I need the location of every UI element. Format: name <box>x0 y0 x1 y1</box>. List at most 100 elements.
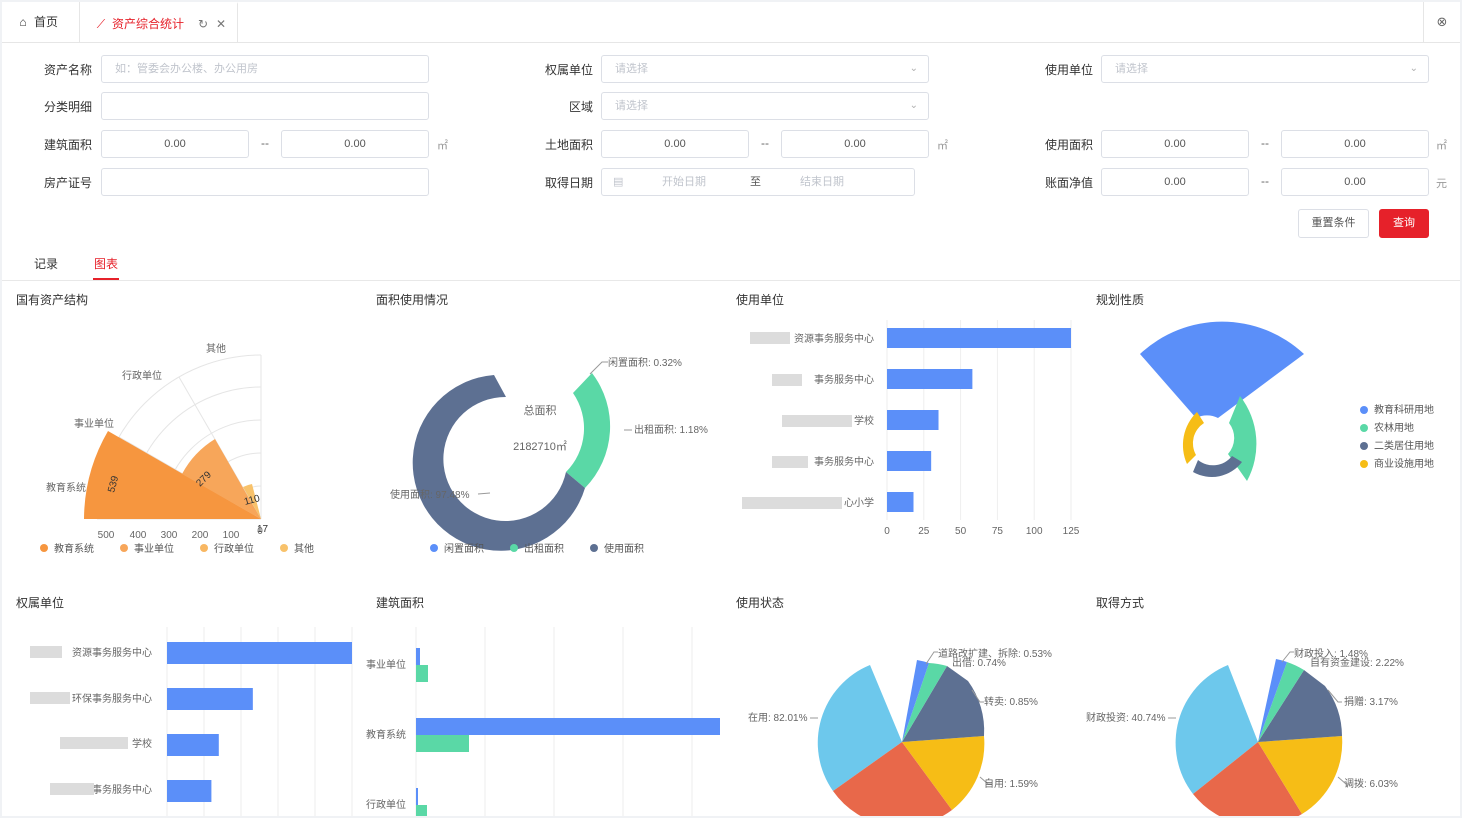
acquire-date-label: 取得日期 <box>544 176 593 190</box>
legend-item[interactable]: 使用面积 <box>604 542 644 555</box>
donut-slice-used[interactable] <box>412 375 585 551</box>
owner-unit-select[interactable]: 请选择 ⌄ <box>601 55 929 83</box>
build-area-min-input[interactable]: 0.00 <box>101 130 249 158</box>
region-select[interactable]: 请选择 ⌄ <box>601 92 929 120</box>
category-label: 其他 <box>206 342 226 355</box>
chart-title: 取得方式 <box>1096 596 1145 610</box>
chart-title: 使用状态 <box>736 596 785 610</box>
slice-label: 自有资金建设: 2.22% <box>1310 656 1404 669</box>
bar-series-1[interactable] <box>416 648 420 665</box>
unit-sqm: ㎡ <box>1436 140 1447 152</box>
tab-bar: ⌂ 首页 ⟋ 资产综合统计 ↻ ✕ ⊗ <box>2 2 1460 43</box>
use-unit-bar-chart: 0 25 50 75 100 125 资源事务服务中心 事务服务中心 学校 事务… <box>742 320 1080 537</box>
slice-label: 在用: 82.01% <box>748 712 808 724</box>
land-area-min-input[interactable]: 0.00 <box>601 130 749 158</box>
bar-series-1[interactable] <box>416 788 418 805</box>
usage-area-min-input[interactable]: 0.00 <box>1101 130 1249 158</box>
bar[interactable] <box>167 734 219 756</box>
bar[interactable] <box>887 451 932 471</box>
legend-item[interactable]: 出租面积 <box>524 542 564 555</box>
rose-slice-commercial[interactable] <box>1182 412 1204 464</box>
asset-name-input[interactable]: 如：管委会办公楼、办公用房 <box>101 55 429 83</box>
cert-no-input[interactable] <box>101 168 429 196</box>
legend-item[interactable]: 其他 <box>294 542 314 555</box>
bar[interactable] <box>167 642 352 664</box>
category-label: 学校 <box>854 414 874 427</box>
bar-series-2[interactable] <box>416 735 469 752</box>
rose-chart: 教育科研用地 农林用地 二类居住用地 商业设施用地 <box>1140 321 1434 481</box>
use-unit-select[interactable]: 请选择 ⌄ <box>1101 55 1429 83</box>
legend-item[interactable]: 二类居住用地 <box>1374 439 1434 452</box>
slice-label: 使用面积: 97.48% <box>390 488 470 501</box>
category-label: 心小学 <box>844 496 874 509</box>
category-label: 事业单位 <box>366 658 406 671</box>
bar[interactable] <box>167 780 212 802</box>
legend-item[interactable]: 事业单位 <box>134 542 174 555</box>
donut-slice-rented[interactable] <box>566 373 611 488</box>
legend: 闲置面积 出租面积 使用面积 <box>430 542 644 555</box>
legend-item[interactable]: 商业设施用地 <box>1374 457 1434 470</box>
tick-label: 75 <box>992 526 1004 537</box>
bar-series-2[interactable] <box>416 805 427 816</box>
slice-label: 调拨: 6.03% <box>1344 777 1398 790</box>
bar[interactable] <box>887 410 939 430</box>
range-dash: -- <box>261 136 269 150</box>
bar[interactable] <box>887 328 1071 348</box>
legend-item[interactable]: 农林用地 <box>1374 421 1414 434</box>
tick-label: 0 <box>257 526 263 537</box>
legend-item[interactable]: 行政单位 <box>214 542 254 555</box>
close-all-icon[interactable]: ⊗ <box>1423 2 1460 42</box>
slice-label: 自用: 1.59% <box>984 777 1038 790</box>
rose-slice-education[interactable] <box>1140 321 1304 418</box>
category-input[interactable] <box>101 92 429 120</box>
tab-charts[interactable]: 图表 <box>94 255 118 272</box>
slice-label: 捐赠: 3.17% <box>1344 695 1398 708</box>
build-area-max-input[interactable]: 0.00 <box>281 130 429 158</box>
usage-area-max-input[interactable]: 0.00 <box>1281 130 1429 158</box>
tab-home[interactable]: ⌂ 首页 <box>2 2 80 42</box>
tick-label: 500 <box>98 530 115 541</box>
bar-series-1[interactable] <box>416 718 720 735</box>
legend-item[interactable]: 闲置面积 <box>444 542 484 555</box>
chart-title: 权属单位 <box>16 596 65 610</box>
range-dash: -- <box>1261 136 1269 150</box>
category-label: 事务服务中心 <box>92 783 152 796</box>
bar[interactable] <box>887 369 973 389</box>
refresh-icon[interactable]: ↻ <box>198 4 208 44</box>
start-date-placeholder: 开始日期 <box>662 176 706 188</box>
bar-group <box>887 328 1071 512</box>
usage-area-label: 使用面积 <box>1044 138 1093 152</box>
region-label: 区域 <box>568 100 593 114</box>
reset-button[interactable]: 重置条件 <box>1298 209 1369 238</box>
chevron-down-icon: ⌄ <box>1409 63 1418 74</box>
category-label: 分类明细 <box>43 100 92 114</box>
slice-label: 出租面积: 1.18% <box>634 423 708 436</box>
slice-label: 闲置面积: 0.32% <box>608 356 682 369</box>
category-label: 行政单位 <box>366 798 406 811</box>
tab-records[interactable]: 记录 <box>34 255 58 272</box>
bar[interactable] <box>167 688 253 710</box>
bar-series-2[interactable] <box>416 665 428 682</box>
acquire-date-range[interactable]: ▤ 开始日期 至 结束日期 <box>601 168 915 196</box>
category-label: 环保事务服务中心 <box>72 692 152 705</box>
usage-status-pie-chart: 道路改扩建、拆除: 0.53% 出借: 0.74% 转卖: 0.85% 自用: … <box>748 647 1052 816</box>
use-unit-placeholder: 请选择 <box>1115 63 1148 75</box>
rose-slice-residential[interactable] <box>1193 456 1242 477</box>
book-value-min-input[interactable]: 0.00 <box>1101 168 1249 196</box>
range-dash: -- <box>761 136 769 150</box>
land-area-label: 土地面积 <box>544 138 593 152</box>
slice-label: 转卖: 0.85% <box>984 695 1038 708</box>
book-value-max-input[interactable]: 0.00 <box>1281 168 1429 196</box>
legend-item[interactable]: 教育科研用地 <box>1374 403 1434 416</box>
legend-item[interactable]: 教育系统 <box>54 542 94 555</box>
category-label: 行政单位 <box>122 369 162 382</box>
query-button[interactable]: 查询 <box>1379 209 1429 238</box>
bar[interactable] <box>887 492 914 512</box>
tab-asset-statistics[interactable]: ⟋ 资产综合统计 ↻ ✕ <box>80 2 238 42</box>
close-tab-icon[interactable]: ✕ <box>216 4 226 44</box>
tick-label: 0 <box>884 526 890 537</box>
land-area-max-input[interactable]: 0.00 <box>781 130 929 158</box>
divider <box>2 280 1460 281</box>
x-ticks: 0 25 50 75 100 125 <box>884 526 1080 537</box>
asset-name-label: 资产名称 <box>43 63 92 77</box>
